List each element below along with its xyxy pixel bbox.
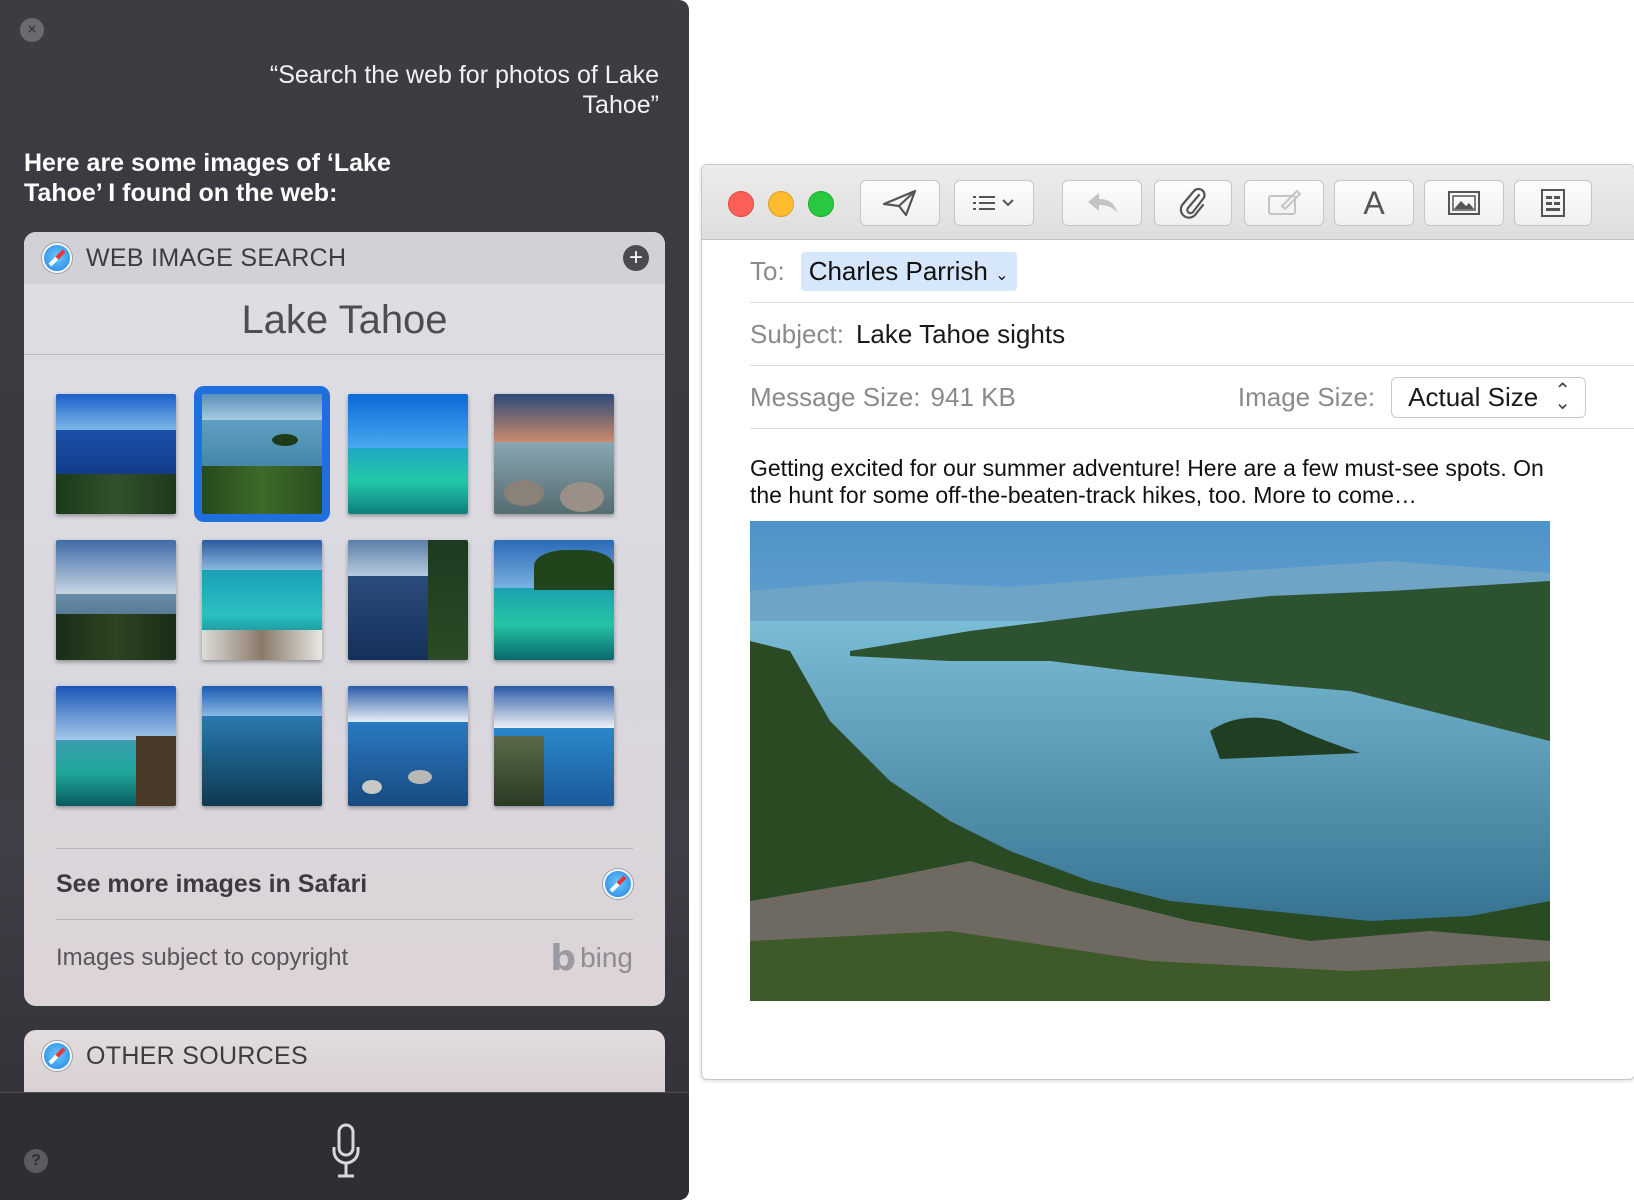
- microphone-icon[interactable]: [332, 1123, 360, 1183]
- stationery-button[interactable]: [1514, 180, 1592, 226]
- safari-compass-icon: [42, 243, 72, 273]
- recipient-token[interactable]: Charles Parrish ⌄: [800, 251, 1017, 291]
- image-thumbnail-selected[interactable]: [194, 386, 330, 522]
- up-down-arrows-icon: ⌃ ⌄: [1554, 380, 1571, 414]
- bing-label: bing: [580, 942, 633, 973]
- message-info-row: Message Size: 941 KB Image Size: Actual …: [750, 366, 1634, 429]
- see-more-label: See more images in Safari: [56, 869, 368, 898]
- image-thumbnail[interactable]: [56, 686, 176, 806]
- safari-compass-icon: [603, 869, 633, 899]
- photo-browser-button[interactable]: [1424, 180, 1504, 226]
- siri-query: “Search the web for photos of Lake Tahoe…: [269, 61, 659, 119]
- header-fields-menu-button[interactable]: [954, 180, 1034, 226]
- paperclip-icon: [1179, 187, 1206, 219]
- image-thumbnail[interactable]: [348, 540, 468, 660]
- safari-compass-icon: [42, 1041, 72, 1071]
- markup-button[interactable]: [1244, 180, 1324, 226]
- zoom-window-button[interactable]: [808, 191, 834, 217]
- web-image-search-card: WEB IMAGE SEARCH + Lake Tahoe See more i…: [24, 232, 665, 1006]
- font-a-icon: A: [1363, 184, 1385, 221]
- image-thumbnail[interactable]: [348, 394, 468, 514]
- message-size-value: 941 KB: [930, 381, 1016, 412]
- image-thumbnail[interactable]: [494, 394, 614, 514]
- subject-label: Subject:: [750, 318, 844, 349]
- message-size-label: Message Size:: [750, 381, 921, 412]
- attach-button[interactable]: [1154, 180, 1232, 226]
- toolbar: A: [702, 165, 1634, 240]
- format-text-button[interactable]: A: [1334, 180, 1414, 226]
- image-thumbnail[interactable]: [348, 686, 468, 806]
- image-thumbnail[interactable]: [56, 394, 176, 514]
- card-header: WEB IMAGE SEARCH: [24, 232, 665, 284]
- send-paper-plane-icon: [882, 189, 917, 217]
- siri-panel: × “Search the web for photos of Lake Tah…: [0, 0, 689, 1200]
- siri-footer: ?: [0, 1092, 689, 1200]
- image-thumbnail[interactable]: [56, 540, 176, 660]
- to-field[interactable]: To: Charles Parrish ⌄: [750, 240, 1634, 303]
- message-body[interactable]: Getting excited for our summer adventure…: [750, 455, 1570, 509]
- siri-answer: Here are some images of ‘Lake Tahoe’ I f…: [24, 149, 391, 207]
- image-size-label: Image Size:: [1237, 381, 1376, 412]
- see-more-in-safari[interactable]: See more images in Safari: [56, 848, 633, 920]
- minimize-window-button[interactable]: [768, 191, 794, 217]
- image-thumbnail[interactable]: [494, 686, 614, 806]
- image-size-value: Actual Size: [1408, 381, 1539, 412]
- image-thumbnail[interactable]: [202, 686, 322, 806]
- send-button[interactable]: [860, 180, 940, 226]
- image-size-control: Image Size: Actual Size ⌃ ⌄: [1237, 376, 1586, 418]
- to-label: To:: [750, 255, 785, 286]
- image-thumbnail[interactable]: [494, 540, 614, 660]
- recipient-name: Charles Parrish: [808, 255, 988, 286]
- help-icon[interactable]: ?: [24, 1149, 48, 1173]
- search-title: Lake Tahoe: [24, 284, 665, 355]
- bing-glyph-icon: b: [550, 937, 577, 979]
- stationery-template-icon: [1541, 189, 1565, 217]
- image-thumbnail[interactable]: [202, 540, 322, 660]
- bing-logo: b bing: [550, 938, 633, 979]
- subject-field[interactable]: Subject: Lake Tahoe sights: [750, 303, 1634, 366]
- card-header: OTHER SOURCES: [24, 1030, 665, 1082]
- close-icon[interactable]: ×: [20, 18, 44, 42]
- close-window-button[interactable]: [728, 191, 754, 217]
- reply-button[interactable]: [1062, 180, 1142, 226]
- list-chevron-icon: [973, 196, 1014, 210]
- image-size-select[interactable]: Actual Size ⌃ ⌄: [1391, 376, 1586, 418]
- card-header-label: OTHER SOURCES: [86, 1041, 308, 1070]
- copyright-row: Images subject to copyright b bing: [56, 932, 633, 984]
- markup-pen-icon: [1268, 189, 1302, 215]
- add-plus-icon[interactable]: +: [623, 245, 649, 271]
- card-header-label: WEB IMAGE SEARCH: [86, 243, 347, 272]
- copyright-label: Images subject to copyright: [56, 944, 349, 971]
- chevron-down-icon: ⌄: [995, 266, 1009, 284]
- subject-value: Lake Tahoe sights: [855, 318, 1066, 349]
- embedded-lake-photo: [750, 521, 1550, 1001]
- mail-compose-window: A To: Charles Parrish ⌄ Subject: Lake Ta…: [701, 164, 1634, 1080]
- reply-arrow-icon: [1088, 193, 1117, 213]
- photo-browser-icon: [1448, 191, 1480, 215]
